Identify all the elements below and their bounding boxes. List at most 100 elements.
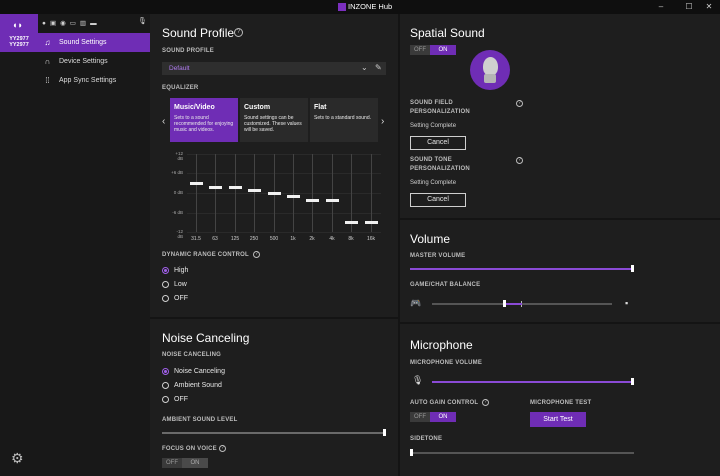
slider-thumb[interactable] [631,265,634,272]
eq-gridline [187,232,381,233]
sound-field-help-icon[interactable]: ? [516,100,523,107]
eq-card-flat[interactable]: Flat Sets to a standard sound. [310,98,378,142]
chevron-left-icon[interactable]: ‹ [162,116,165,127]
eq-band-handle[interactable] [326,199,339,202]
sound-tone-help-icon[interactable]: ? [516,157,523,164]
sidebar: ◖◗ YY2977 YY2977 ● ▣ ◉ ▭ ▥ ▬ 🎙 ♫ Sound S… [0,14,150,476]
eq-band-handle[interactable] [190,182,203,185]
eq-band-handle[interactable] [306,199,319,202]
eq-band-frequency-label: 4k [329,236,335,242]
eq-card-desc: Sets to a sound recommended for enjoying… [174,115,234,133]
eq-card-desc: Sound settings can be customized. These … [244,115,302,133]
eq-band-handle[interactable] [248,189,261,192]
eq-band-track [332,154,333,232]
chevron-right-icon[interactable]: › [381,116,384,127]
sound-field-status: Setting Complete [410,123,457,129]
slider-thumb[interactable] [502,300,506,307]
eq-band-frequency-label: 2k [309,236,315,242]
noise-canceling-title: Noise Canceling [162,331,250,345]
master-volume-slider[interactable] [410,265,634,272]
close-button[interactable]: ✕ [703,1,715,13]
slider-thumb[interactable] [410,449,413,456]
music-note-icon: ♫ [44,38,51,47]
eq-card-name: Music/Video [174,104,215,111]
eq-band-track [254,154,255,232]
sound-tone-label-2: PERSONALIZATION [410,166,470,172]
equalizer-label: EQUALIZER [162,85,199,91]
eq-card-custom[interactable]: Custom Sound settings can be customized.… [240,98,308,142]
sidebar-item-app-sync-settings[interactable]: ⁞⁞ App Sync Settings [38,71,150,90]
radio-selected-icon [162,267,169,274]
microphone-volume-label: MICROPHONE VOLUME [410,360,483,366]
eq-band-handle[interactable] [209,186,222,189]
auto-gain-control-toggle[interactable]: OFF ON [410,412,456,422]
toggle-off-label: OFF [410,45,430,55]
equalizer-status-icon: ▥ [79,20,87,27]
drc-help-icon[interactable]: ? [253,251,260,258]
toggle-off-label: OFF [410,412,430,422]
eq-band-track [235,154,236,232]
auto-gain-help-icon[interactable]: ? [482,399,489,406]
start-test-button[interactable]: Start Test [530,412,586,427]
eq-band-track [293,154,294,232]
battery-icon: ▬ [90,19,97,27]
eq-card-desc: Sets to a standard sound. [314,115,371,121]
eq-band-frequency-label: 1k [290,236,296,242]
title-bar: INZONE Hub – ☐ ✕ [0,0,720,14]
sound-field-label: SOUND FIELD [410,100,453,106]
spatial-sound-toggle[interactable]: OFF ON [410,45,456,55]
sidebar-item-label: Sound Settings [59,39,107,46]
edit-icon[interactable]: ✎ [375,63,382,72]
slider-thumb[interactable] [383,429,386,436]
microphone-volume-slider[interactable] [432,378,634,385]
chat-icon: ▪ [625,298,629,308]
ambient-sound-level-slider[interactable] [162,429,386,436]
nc-option-ambient-sound[interactable]: Ambient Sound [162,382,222,389]
microphone-status-icon: 🎙 [138,18,147,25]
drc-option-off[interactable]: OFF [162,295,188,302]
sound-tone-cancel-button[interactable]: Cancel [410,193,466,207]
radio-label: Low [174,281,187,288]
eq-band-frequency-label: 8k [348,236,354,242]
microphone-test-label: MICROPHONE TEST [530,400,592,406]
sound-field-cancel-button[interactable]: Cancel [410,136,466,150]
eq-band-handle[interactable] [229,186,242,189]
eq-band-handle[interactable] [287,195,300,198]
sidebar-item-sound-settings[interactable]: ♫ Sound Settings [38,33,150,52]
focus-on-voice-toggle[interactable]: OFF ON [162,458,208,468]
sidebar-item-device-settings[interactable]: ∩ Device Settings [38,52,150,71]
device-tile[interactable]: ◖◗ YY2977 YY2977 [0,14,38,52]
slider-fill [162,432,386,434]
slider-thumb[interactable] [631,378,634,385]
connection-status-icon: ◉ [60,20,66,27]
radio-icon [162,295,169,302]
eq-db-label: -6 dB [172,210,183,215]
info-status-icon: ● [42,19,46,27]
focus-on-voice-help-icon[interactable]: ? [219,445,226,452]
eq-card-music-video[interactable]: Music/Video Sets to a sound recommended … [170,98,238,142]
sound-field-label-2: PERSONALIZATION [410,109,470,115]
eq-band-handle[interactable] [345,221,358,224]
minimize-button[interactable]: – [655,1,667,13]
nc-option-off[interactable]: OFF [162,396,188,403]
eq-band-handle[interactable] [268,192,281,195]
gear-icon[interactable]: ⚙ [11,450,24,467]
sidetone-slider[interactable] [410,449,634,456]
sound-profile-help-icon[interactable]: ? [234,28,243,37]
focus-on-voice-label: FOCUS ON VOICE [162,446,217,452]
eq-band-handle[interactable] [365,221,378,224]
nc-option-noise-canceling[interactable]: Noise Canceling [162,368,225,375]
radio-label: High [174,267,189,274]
eq-band-frequency-label: 31.5 [191,236,201,242]
ambient-sound-level-label: AMBIENT SOUND LEVEL [162,417,238,423]
maximize-button[interactable]: ☐ [683,1,695,13]
toggle-on-label: ON [182,458,208,468]
drc-option-low[interactable]: Low [162,281,187,288]
auto-gain-control-label: AUTO GAIN CONTROL [410,400,479,406]
grid-icon: ⁞⁞ [45,76,50,85]
drc-option-high[interactable]: High [162,267,188,274]
eq-db-label: -12 dB [176,229,183,239]
sound-profile-select[interactable]: Default ⌄ ✎ [162,62,386,75]
game-chat-balance-slider[interactable] [432,300,612,307]
radio-label: OFF [174,396,188,403]
